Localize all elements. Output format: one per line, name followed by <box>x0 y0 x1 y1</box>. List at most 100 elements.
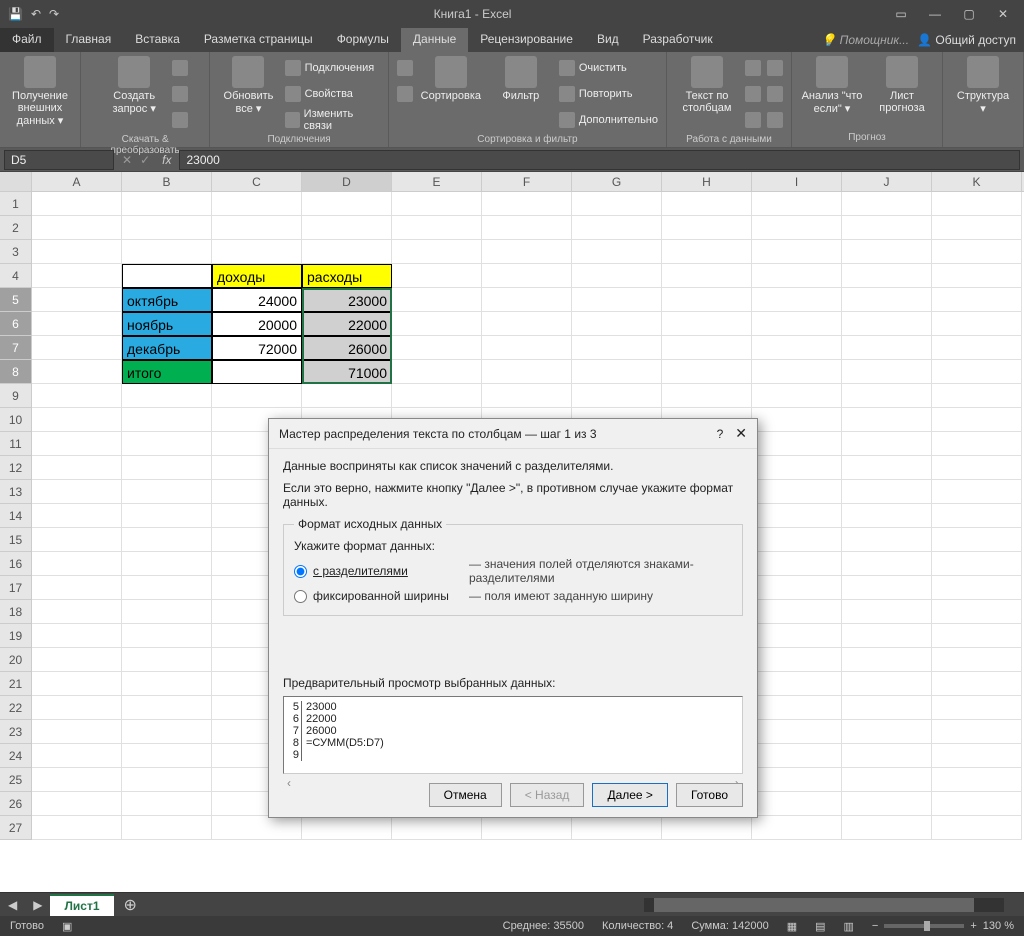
cell[interactable] <box>122 600 212 624</box>
row-header[interactable]: 4 <box>0 264 32 288</box>
cell[interactable] <box>842 504 932 528</box>
cell[interactable] <box>392 288 482 312</box>
cell[interactable] <box>32 288 122 312</box>
flash-fill-button[interactable] <box>745 56 761 80</box>
row-header[interactable]: 12 <box>0 456 32 480</box>
cell[interactable] <box>482 384 572 408</box>
cell[interactable] <box>32 264 122 288</box>
cancel-formula-icon[interactable]: ✕ <box>118 153 136 167</box>
cell[interactable] <box>32 216 122 240</box>
cell[interactable] <box>122 624 212 648</box>
cell[interactable] <box>392 312 482 336</box>
cell[interactable] <box>842 672 932 696</box>
consolidate-button[interactable] <box>767 56 783 80</box>
connections-button[interactable]: Подключения <box>285 56 375 80</box>
column-header[interactable]: J <box>842 172 932 191</box>
cell[interactable] <box>212 384 302 408</box>
cell[interactable] <box>752 672 842 696</box>
cell[interactable] <box>932 696 1022 720</box>
tab-insert[interactable]: Вставка <box>123 28 192 52</box>
cell[interactable] <box>842 480 932 504</box>
cell[interactable] <box>752 480 842 504</box>
cell[interactable] <box>932 264 1022 288</box>
cell[interactable] <box>392 816 482 840</box>
cell[interactable] <box>752 336 842 360</box>
cell[interactable] <box>932 336 1022 360</box>
cell[interactable] <box>752 312 842 336</box>
cell[interactable] <box>662 816 752 840</box>
sort-button[interactable]: Сортировка <box>419 56 483 102</box>
cell[interactable] <box>32 480 122 504</box>
clear-filter-button[interactable]: Очистить <box>559 56 627 80</box>
forecast-sheet-button[interactable]: Лист прогноза <box>870 56 934 114</box>
column-header[interactable]: H <box>662 172 752 191</box>
tab-data[interactable]: Данные <box>401 28 468 52</box>
cell[interactable] <box>392 264 482 288</box>
cell[interactable] <box>842 408 932 432</box>
cell[interactable] <box>932 720 1022 744</box>
cell[interactable] <box>212 360 302 384</box>
cell[interactable] <box>122 384 212 408</box>
cell[interactable] <box>212 240 302 264</box>
cell[interactable] <box>842 768 932 792</box>
cell[interactable] <box>122 792 212 816</box>
cell[interactable] <box>752 552 842 576</box>
cell[interactable] <box>932 528 1022 552</box>
row-header[interactable]: 8 <box>0 360 32 384</box>
tab-pagelayout[interactable]: Разметка страницы <box>192 28 325 52</box>
cell[interactable] <box>842 384 932 408</box>
tab-file[interactable]: Файл <box>0 28 54 52</box>
refresh-all-button[interactable]: Обновить все ▾ <box>218 56 278 115</box>
sheet-nav-prev-icon[interactable]: ◀ <box>0 898 25 912</box>
cell[interactable] <box>932 504 1022 528</box>
row-header[interactable]: 23 <box>0 720 32 744</box>
tab-review[interactable]: Рецензирование <box>468 28 585 52</box>
cell[interactable] <box>662 384 752 408</box>
relationships-button[interactable] <box>767 82 783 106</box>
cell[interactable] <box>752 504 842 528</box>
zoom-slider[interactable] <box>884 924 964 928</box>
column-header[interactable]: F <box>482 172 572 191</box>
row-header[interactable]: 1 <box>0 192 32 216</box>
cell[interactable] <box>842 432 932 456</box>
ribbon-options-icon[interactable]: ▭ <box>886 7 916 21</box>
cell[interactable] <box>302 384 392 408</box>
cell[interactable] <box>842 720 932 744</box>
sheet-nav-next-icon[interactable]: ▶ <box>25 898 50 912</box>
cell[interactable] <box>932 600 1022 624</box>
cell[interactable] <box>932 576 1022 600</box>
row-header[interactable]: 27 <box>0 816 32 840</box>
cell[interactable] <box>122 192 212 216</box>
cell[interactable] <box>932 768 1022 792</box>
row-header[interactable]: 21 <box>0 672 32 696</box>
cell[interactable] <box>32 336 122 360</box>
cell[interactable] <box>932 744 1022 768</box>
column-header[interactable]: K <box>932 172 1022 191</box>
cell[interactable] <box>122 264 212 288</box>
cell[interactable]: 22000 <box>302 312 392 336</box>
cell[interactable]: доходы <box>212 264 302 288</box>
cell[interactable] <box>662 216 752 240</box>
cell[interactable] <box>842 576 932 600</box>
cell[interactable] <box>842 240 932 264</box>
cell[interactable] <box>482 240 572 264</box>
cell[interactable] <box>32 528 122 552</box>
cell[interactable] <box>842 648 932 672</box>
row-header[interactable]: 25 <box>0 768 32 792</box>
cell[interactable] <box>482 336 572 360</box>
cell[interactable] <box>662 336 752 360</box>
cell[interactable] <box>752 264 842 288</box>
cell[interactable] <box>752 600 842 624</box>
cell[interactable] <box>122 528 212 552</box>
row-header[interactable]: 17 <box>0 576 32 600</box>
cell[interactable] <box>122 216 212 240</box>
zoom-in-icon[interactable]: + <box>970 920 976 932</box>
cell[interactable] <box>662 288 752 312</box>
cell[interactable]: 20000 <box>212 312 302 336</box>
cell[interactable]: 71000 <box>302 360 392 384</box>
cell[interactable] <box>572 336 662 360</box>
data-validation-button[interactable] <box>745 108 761 132</box>
cell[interactable] <box>572 312 662 336</box>
tell-me-search[interactable]: 💡 Помощник... <box>821 33 909 47</box>
cell[interactable] <box>572 288 662 312</box>
